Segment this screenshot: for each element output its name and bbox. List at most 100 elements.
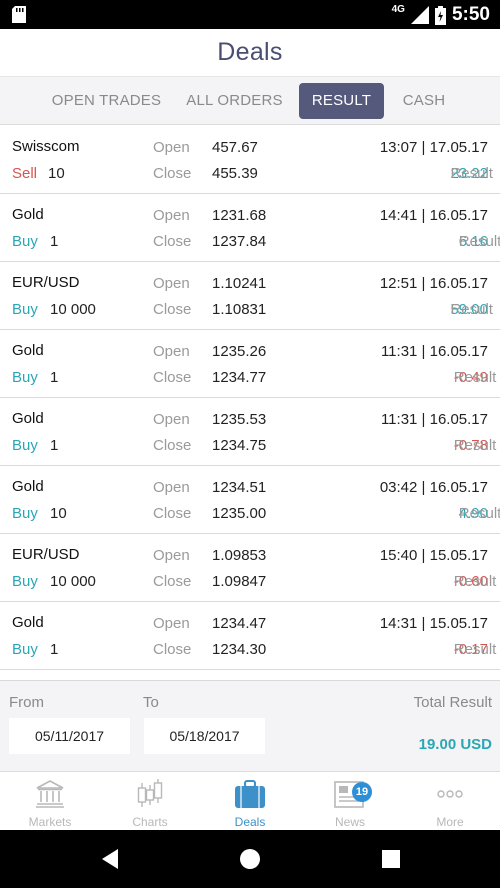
tab-cash[interactable]: CASH	[396, 83, 452, 119]
trade-quantity: 10 000	[50, 573, 96, 590]
deal-row[interactable]: Gold Buy 1 Open Close 1235.53 1234.75 11…	[0, 398, 500, 466]
open-label: Open	[153, 343, 190, 360]
nav-label: Charts	[132, 815, 168, 829]
to-date-field[interactable]: 05/18/2017	[144, 718, 265, 754]
news-count-badge: 19	[352, 782, 372, 802]
open-label: Open	[153, 615, 190, 632]
deal-result: Result -0.17	[454, 640, 497, 660]
battery-icon	[434, 5, 446, 25]
bank-icon	[36, 780, 64, 808]
deal-row[interactable]: EUR/USD Buy 10 000 Open Close 1.10241 1.…	[0, 262, 500, 330]
deal-datetime: 03:42 | 16.05.17	[379, 479, 488, 496]
candlestick-icon	[137, 779, 163, 807]
open-label: Open	[153, 139, 190, 156]
deal-datetime: 11:31 | 16.05.17	[380, 411, 488, 428]
close-label: Close	[153, 301, 192, 318]
open-label: Open	[153, 547, 190, 564]
deal-row[interactable]: Gold Buy 1 Open Close 1234.47 1234.30 14…	[0, 602, 500, 670]
result-label: Result	[453, 573, 497, 590]
nav-more[interactable]: More	[400, 772, 500, 831]
open-price: 1235.26	[212, 343, 267, 360]
close-price: 455.39	[212, 165, 258, 182]
instrument-name: Gold	[12, 410, 44, 427]
deal-result: Result -0.60	[454, 572, 497, 592]
instrument-name: Swisscom	[12, 138, 80, 155]
instrument-name: Gold	[12, 206, 44, 223]
instrument-name: Gold	[12, 478, 44, 495]
total-result-value: 19.00 USD	[418, 736, 492, 753]
result-label: Result	[453, 369, 497, 386]
more-dots-icon	[437, 790, 463, 798]
trade-quantity: 1	[50, 233, 59, 250]
deal-row[interactable]: Gold Buy 1 Open Close 1231.68 1237.84 14…	[0, 194, 500, 262]
result-label: Result	[450, 165, 493, 182]
trade-quantity: 1	[50, 641, 59, 658]
signal-icon	[410, 6, 429, 24]
nav-label: News	[334, 815, 365, 829]
result-label: Result	[458, 505, 500, 522]
bottom-navigation: Markets Charts Deals 19 News More	[0, 771, 500, 830]
close-price: 1.10831	[212, 301, 267, 318]
deal-row[interactable]: EUR/USD Buy 10 000 Open Close 1.09853 1.…	[0, 534, 500, 602]
from-label: From	[9, 694, 44, 711]
status-bar: 4G 5:50	[0, 0, 500, 29]
trade-side: Buy	[12, 641, 38, 658]
trade-side: Buy	[12, 573, 38, 590]
nav-charts[interactable]: Charts	[100, 772, 200, 831]
close-label: Close	[153, 573, 192, 590]
instrument-name: Gold	[12, 614, 44, 631]
app-header: Deals	[0, 29, 500, 77]
close-price: 1234.77	[212, 369, 267, 386]
close-label: Close	[153, 437, 192, 454]
instrument-name: EUR/USD	[12, 274, 80, 291]
deal-result: Result 6.16	[459, 232, 500, 252]
result-label: Result	[458, 233, 500, 250]
date-filter-panel: From To 05/11/2017 05/18/2017 Total Resu…	[0, 680, 500, 771]
close-label: Close	[153, 233, 192, 250]
deal-row[interactable]: Gold Buy 10 Open Close 1234.51 1235.00 0…	[0, 466, 500, 534]
tab-open-trades[interactable]: OPEN TRADES	[48, 83, 165, 119]
deal-row[interactable]: Swisscom Sell 10 Open Close 457.67 455.3…	[0, 126, 500, 194]
briefcase-icon	[235, 780, 265, 808]
clock: 5:50	[451, 4, 490, 25]
from-date-field[interactable]: 05/11/2017	[9, 718, 130, 754]
close-label: Close	[153, 165, 192, 182]
deal-datetime: 12:51 | 16.05.17	[379, 275, 488, 292]
close-label: Close	[153, 641, 192, 658]
open-price: 1234.51	[212, 479, 267, 496]
system-navigation-bar	[0, 830, 500, 888]
nav-label: Markets	[28, 815, 72, 829]
deal-result: Result 59.00	[450, 300, 493, 320]
page-title: Deals	[217, 38, 283, 66]
nav-label: More	[436, 815, 464, 829]
deal-datetime: 14:41 | 16.05.17	[379, 207, 488, 224]
back-icon[interactable]	[80, 830, 140, 888]
deal-result: Result 4.90	[459, 504, 500, 524]
close-price: 1235.00	[212, 505, 267, 522]
open-price: 1.10241	[212, 275, 267, 292]
close-price: 1237.84	[212, 233, 267, 250]
to-label: To	[143, 694, 159, 711]
trade-side: Buy	[12, 505, 38, 522]
total-result-label: Total Result	[413, 694, 492, 711]
deal-result: Result 23.22	[450, 164, 493, 184]
deal-row[interactable]: Gold Buy 1 Open Close 1235.26 1234.77 11…	[0, 330, 500, 398]
nav-markets[interactable]: Markets	[0, 772, 100, 831]
home-icon[interactable]	[220, 830, 280, 888]
result-label: Result	[453, 437, 497, 454]
open-price: 1231.68	[212, 207, 267, 224]
close-label: Close	[153, 505, 192, 522]
open-label: Open	[153, 207, 190, 224]
deal-datetime: 14:31 | 15.05.17	[379, 615, 488, 632]
trade-side: Buy	[12, 233, 38, 250]
nav-label: Deals	[234, 815, 266, 829]
tab-all-orders[interactable]: ALL ORDERS	[183, 83, 286, 119]
trade-quantity: 10 000	[50, 301, 96, 318]
nav-news[interactable]: 19 News	[300, 772, 400, 831]
tab-result[interactable]: RESULT	[299, 83, 384, 119]
network-type-label: 4G	[391, 4, 405, 15]
trade-quantity: 1	[50, 369, 59, 386]
nav-deals[interactable]: Deals	[200, 772, 300, 831]
recents-icon[interactable]	[361, 830, 421, 888]
close-label: Close	[153, 369, 192, 386]
